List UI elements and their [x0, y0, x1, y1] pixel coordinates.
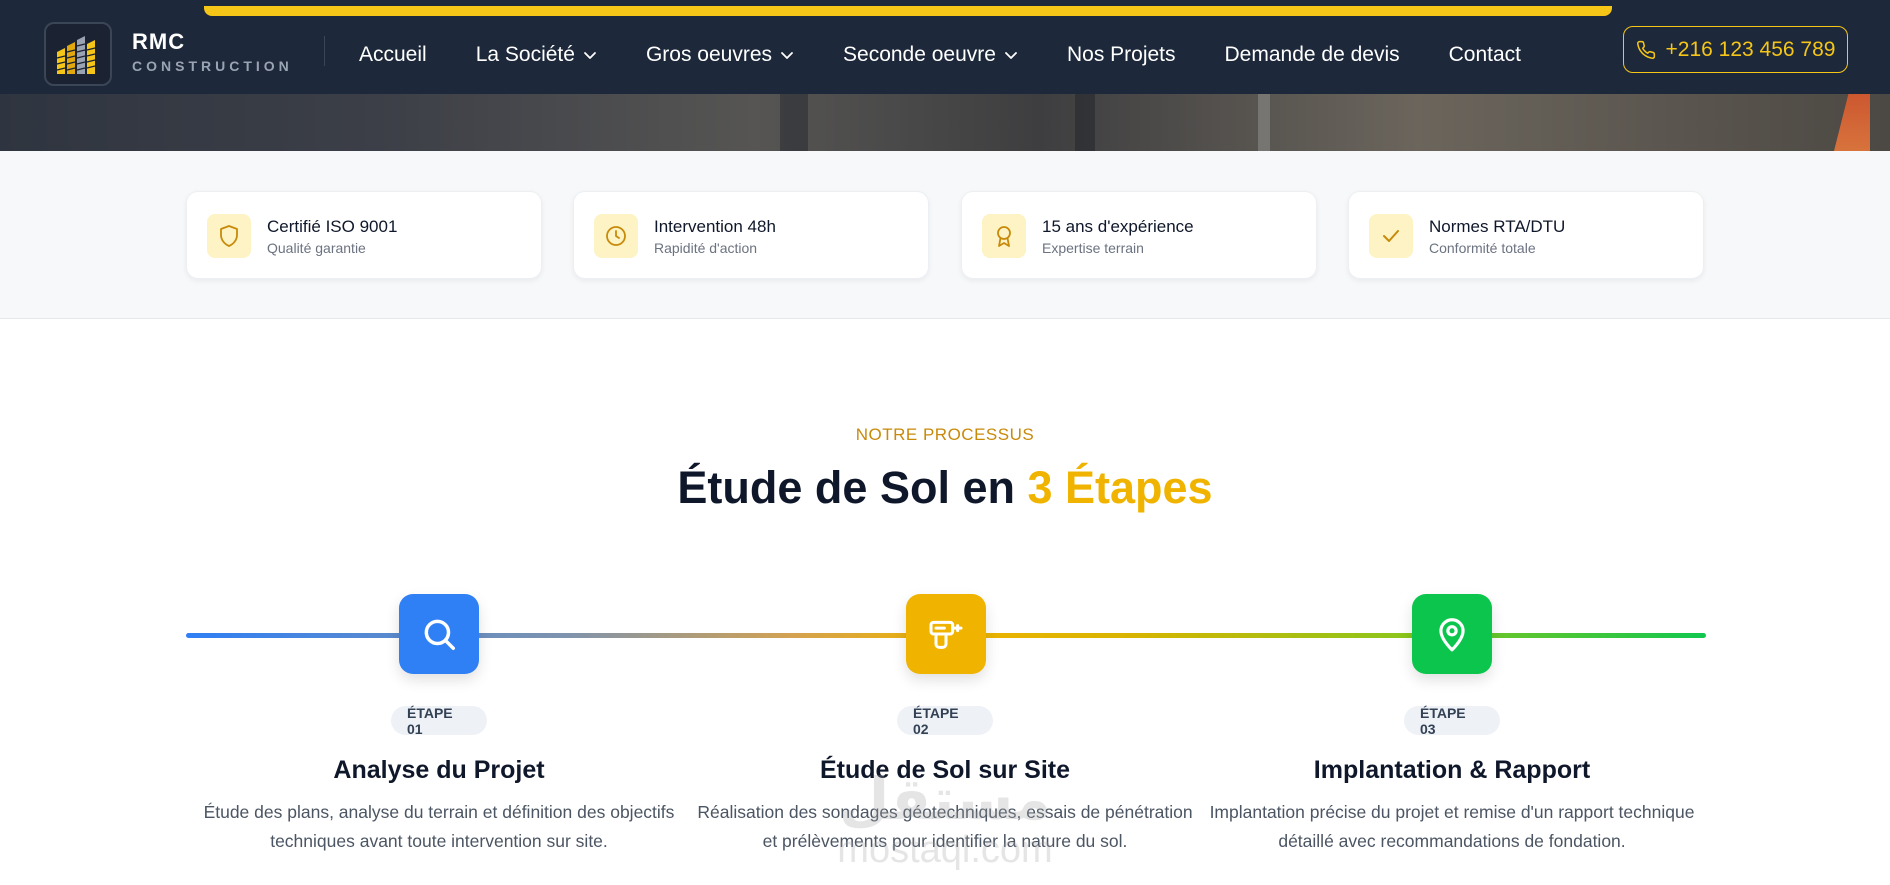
- step-description: Implantation précise du projet et remise…: [1209, 802, 1695, 851]
- hero-photo-strip: [0, 94, 1890, 151]
- chevron-down-icon: [781, 52, 793, 59]
- clock-icon: [606, 226, 626, 246]
- building-logo-icon: [56, 36, 96, 74]
- section-title-main: Étude de Sol en: [677, 462, 1028, 513]
- search-icon: [424, 619, 455, 650]
- nav-item-label: Seconde oeuvre: [843, 43, 996, 66]
- main-nav: Accueil La Société Gros oeuvres Seconde …: [359, 40, 1521, 70]
- feature-title: Intervention 48h: [654, 217, 776, 236]
- phone-button[interactable]: +216 123 456 789: [1623, 26, 1848, 73]
- section-title-highlight: 3 Étapes: [1027, 462, 1213, 513]
- nav-item-accueil[interactable]: Accueil: [359, 43, 427, 67]
- brand-name[interactable]: RMC: [132, 29, 185, 55]
- hero-photo-detail: [780, 94, 808, 151]
- feature-card: Intervention 48h Rapidité d'action: [573, 191, 929, 279]
- check-icon: [1383, 230, 1399, 242]
- feature-title: Normes RTA/DTU: [1429, 217, 1566, 236]
- step-title: Analyse du Projet: [333, 756, 545, 784]
- step-icon-box: [399, 594, 479, 674]
- nav-item-label: Nos Projets: [1066, 43, 1176, 66]
- nav-item-seconde-oeuvre[interactable]: Seconde oeuvre: [843, 43, 1018, 67]
- nav-item-label: La Société: [475, 43, 575, 66]
- nav-item-label: Gros oeuvres: [645, 43, 773, 66]
- nav-divider: [324, 36, 325, 66]
- feature-subtitle: Expertise terrain: [1042, 240, 1144, 256]
- phone-icon: [1636, 40, 1655, 59]
- hero-photo-detail: [1258, 94, 1270, 151]
- step-badge: ÉTAPE 01: [391, 705, 487, 737]
- feature-title: 15 ans d'expérience: [1042, 217, 1194, 236]
- section-title: Étude de Sol en 3 Étapes: [0, 462, 1890, 514]
- nav-item-la-societe[interactable]: La Société: [476, 43, 597, 67]
- top-accent-bar: [204, 6, 1612, 16]
- feature-subtitle: Qualité garantie: [267, 240, 366, 256]
- nav-item-label: Contact: [1448, 43, 1521, 66]
- nav-item-label: Accueil: [359, 43, 427, 66]
- nav-item-label: Demande de devis: [1224, 43, 1400, 66]
- chevron-down-icon: [584, 52, 596, 59]
- features-bar: Certifié ISO 9001 Qualité garantie Inter…: [0, 151, 1890, 319]
- step-badge: ÉTAPE 03: [1404, 705, 1500, 737]
- nav-item-demande-de-devis[interactable]: Demande de devis: [1225, 43, 1400, 67]
- feature-card: Normes RTA/DTU Conformité totale: [1348, 191, 1704, 279]
- phone-number: +216 123 456 789: [1665, 37, 1836, 61]
- step-description: Étude des plans, analyse du terrain et d…: [203, 802, 675, 851]
- step-badge: ÉTAPE 02: [897, 705, 993, 737]
- feature-icon-box: [1369, 214, 1413, 258]
- feature-icon-box: [594, 214, 638, 258]
- feature-title: Certifié ISO 9001: [267, 217, 398, 236]
- feature-card: Certifié ISO 9001 Qualité garantie: [186, 191, 542, 279]
- feature-subtitle: Conformité totale: [1429, 240, 1536, 256]
- brand-tagline: CONSTRUCTION: [132, 58, 293, 74]
- step-icon-box: [906, 594, 986, 674]
- nav-item-contact[interactable]: Contact: [1449, 43, 1521, 67]
- feature-card: 15 ans d'expérience Expertise terrain: [961, 191, 1317, 279]
- feature-icon-box: [982, 214, 1026, 258]
- logo[interactable]: [44, 22, 112, 86]
- nav-item-nos-projets[interactable]: Nos Projets: [1067, 43, 1176, 67]
- navbar: RMC CONSTRUCTION Accueil La Société Gros…: [0, 0, 1890, 94]
- chevron-down-icon: [1005, 52, 1017, 59]
- feature-subtitle: Rapidité d'action: [654, 240, 758, 256]
- shield-icon: [220, 225, 238, 247]
- award-icon: [997, 226, 1011, 247]
- feature-icon-box: [207, 214, 251, 258]
- step-title: Étude de Sol sur Site: [819, 756, 1071, 784]
- section-eyebrow: NOTRE PROCESSUS: [855, 425, 1035, 444]
- drill-icon: [929, 620, 963, 649]
- step-icon-box: [1412, 594, 1492, 674]
- map-pin-icon: [1439, 618, 1465, 652]
- step-description: Réalisation des sondages géotechniques, …: [697, 802, 1193, 851]
- hero-photo-detail: [1075, 94, 1095, 151]
- nav-item-gros-oeuvres[interactable]: Gros oeuvres: [646, 43, 794, 67]
- step-title: Implantation & Rapport: [1313, 756, 1591, 784]
